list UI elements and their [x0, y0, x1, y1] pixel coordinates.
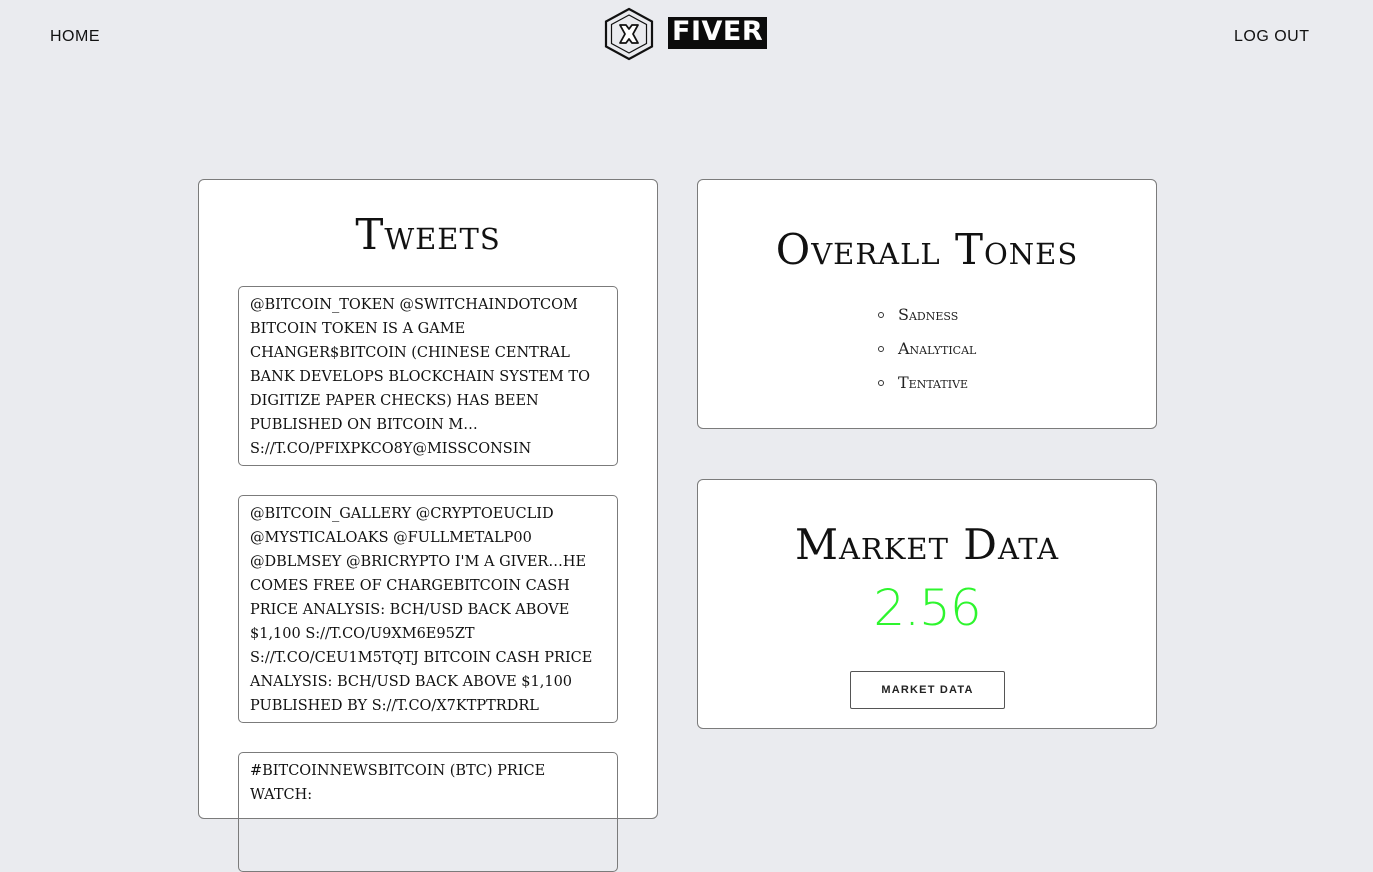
logout-link[interactable]: LOG OUT — [1234, 28, 1310, 46]
logo-wordmark: FIVER — [668, 17, 768, 49]
tweet-item: @bitcoin_gallery @cryptoeuclid @mystical… — [238, 495, 618, 723]
tone-label: Tentative — [898, 373, 969, 392]
bullet-icon — [878, 380, 884, 386]
market-data-button[interactable]: MARKET DATA — [850, 671, 1005, 709]
bullet-icon — [878, 346, 884, 352]
tone-item: Analytical — [878, 332, 976, 366]
tweet-item: @bitcoin_token @switchaindotcom bitcoin … — [238, 286, 618, 466]
overall-tones-title: Overall Tones — [775, 225, 1079, 274]
tone-item: Tentative — [878, 366, 976, 400]
tweets-title: Tweets — [355, 210, 501, 259]
market-data-card: Market Data 2.56 MARKET DATA — [697, 479, 1157, 729]
tweet-item: #bitcoinnewsbitcoin (btc) price watch: — [238, 752, 618, 872]
fiver-logo[interactable]: FIVER — [603, 7, 768, 61]
home-link[interactable]: HOME — [50, 28, 100, 46]
tweets-card: Tweets @bitcoin_token @switchaindotcom b… — [198, 179, 658, 872]
tones-list: Sadness Analytical Tentative — [878, 298, 976, 400]
tone-item: Sadness — [878, 298, 976, 332]
market-value: 2.56 — [873, 579, 981, 637]
tone-label: Analytical — [898, 339, 977, 358]
overall-tones-card: Overall Tones Sadness Analytical Tentati… — [697, 179, 1157, 429]
tone-label: Sadness — [898, 305, 959, 324]
market-data-title: Market Data — [794, 520, 1060, 569]
x-hexagon-icon — [604, 7, 654, 61]
bullet-icon — [878, 312, 884, 318]
